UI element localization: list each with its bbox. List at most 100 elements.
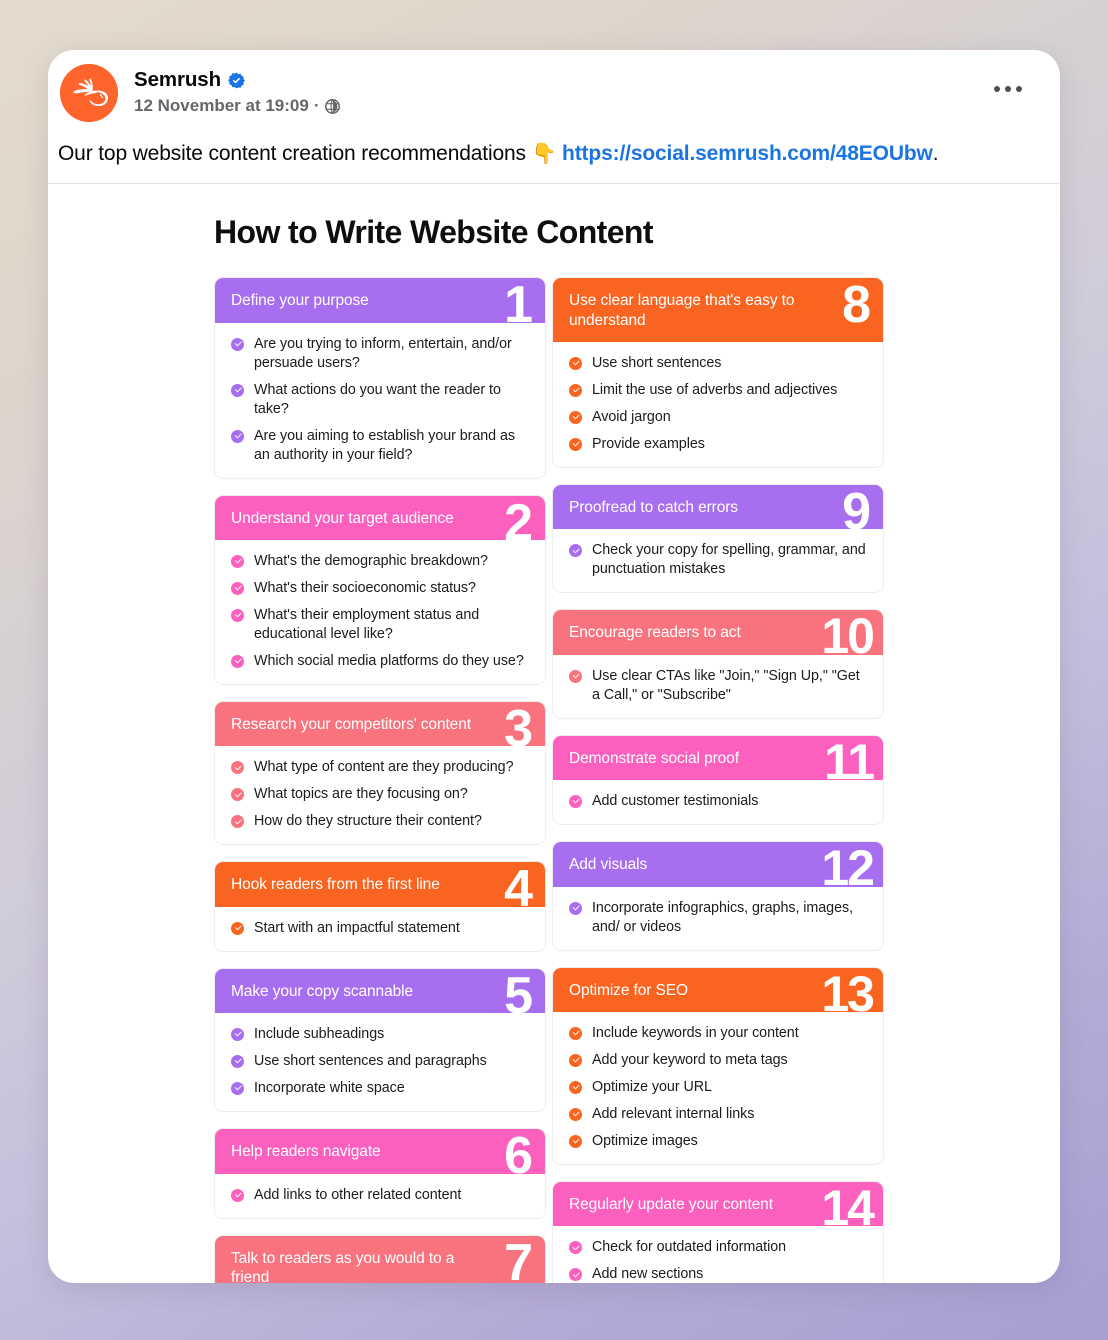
tip-card-body: Check your copy for spelling, grammar, a… (553, 529, 883, 593)
tip-bullet-text: Are you aiming to establish your brand a… (254, 427, 515, 463)
tip-card-11: Demonstrate social proof 11 Add customer t… (552, 734, 884, 826)
tip-card-title: Optimize for SEO (569, 981, 688, 999)
tip-card-header: Optimize for SEO 13 (553, 967, 883, 1019)
tip-card-13: Optimize for SEO 13 Include keywords in yo… (552, 966, 884, 1165)
tip-bullet-item: Incorporate infographics, graphs, images… (569, 899, 867, 937)
tip-bullet-item: Use short sentences and paragraphs (231, 1052, 529, 1071)
tip-bullet-text: Add relevant internal links (592, 1105, 755, 1122)
check-circle-icon (231, 609, 244, 623)
check-circle-icon (569, 411, 582, 425)
tip-bullet-text: Are you trying to inform, entertain, and… (254, 335, 512, 371)
check-circle-icon (231, 429, 244, 443)
post-message: Our top website content creation recomme… (48, 122, 1060, 183)
author-name[interactable]: Semrush (134, 68, 221, 92)
author-line: Semrush (134, 68, 340, 92)
tip-card-number: 10 (821, 609, 875, 665)
tip-bullet-item: Include subheadings (231, 1025, 529, 1044)
tip-card-5: Make your copy scannable 5 Include subhead… (214, 967, 546, 1113)
check-circle-icon (231, 655, 244, 669)
meta-separator: · (313, 96, 320, 115)
tip-card-number: 12 (821, 841, 875, 897)
tip-card-header: Make your copy scannable 5 (215, 968, 545, 1022)
post-link[interactable]: https://social.semrush.com/48EOUbw (562, 142, 933, 165)
tip-card-title: Talk to readers as you would to a friend (231, 1249, 455, 1283)
tip-card-header: Understand your target audience 2 (215, 495, 545, 549)
tip-card-header: Proofread to catch errors 9 (553, 485, 883, 538)
check-circle-icon (569, 1107, 582, 1121)
tip-card-title: Make your copy scannable (231, 982, 413, 1000)
tip-bullet-item: Provide examples (569, 435, 867, 454)
tip-card-title: Demonstrate social proof (569, 749, 739, 767)
tip-bullet-item: Which social media platforms do they use… (231, 652, 529, 671)
tip-bullet-item: What topics are they focusing on? (231, 785, 529, 804)
check-circle-icon (231, 788, 244, 802)
check-circle-icon (569, 1026, 582, 1040)
tip-card-header: Research your competitors' content 3 (215, 702, 545, 755)
tip-card-body: What's the demographic breakdown? What's … (215, 540, 545, 685)
tip-card-header: Use clear language that's easy to unders… (553, 277, 883, 343)
tip-card-number: 8 (842, 277, 871, 335)
globe-icon[interactable] (324, 99, 340, 114)
check-circle-icon (569, 384, 582, 398)
tip-bullet-item: What's their employment status and educa… (231, 606, 529, 644)
tip-card-body: Are you trying to inform, entertain, and… (215, 322, 545, 478)
tip-card-number: 11 (824, 734, 875, 790)
tip-bullet-text: How do they structure their content? (254, 813, 482, 830)
tip-bullet-text: What's the demographic breakdown? (254, 553, 488, 570)
check-circle-icon (231, 555, 244, 569)
tip-bullet-text: What's their socioeconomic status? (254, 580, 476, 597)
tip-card-body: Use clear CTAs like "Join," "Sign Up," "… (553, 654, 883, 718)
tip-bullet-text: What's their employment status and educa… (254, 607, 480, 643)
post-timestamp[interactable]: 12 November at 19:09 (134, 96, 309, 116)
tip-card-header: Encourage readers to act 10 (553, 610, 883, 661)
tip-card-title: Add visuals (569, 856, 648, 874)
check-circle-icon (231, 1188, 244, 1202)
check-circle-icon (231, 761, 244, 775)
tip-bullet-text: Incorporate infographics, graphs, images… (592, 899, 853, 935)
tip-bullet-item: Avoid jargon (569, 408, 867, 427)
tip-card-header: Demonstrate social proof 11 (553, 735, 883, 787)
tip-card-number: 7 (504, 1234, 533, 1283)
more-options-icon[interactable] (986, 78, 1030, 100)
tip-bullet-text: Use short sentences and paragraphs (254, 1053, 487, 1070)
tip-card-9: Proofread to catch errors 9 Check your cop… (552, 484, 884, 594)
tip-card-body: Incorporate infographics, graphs, images… (553, 886, 883, 950)
tip-bullet-item: Add new sections (569, 1265, 867, 1283)
tip-card-title: Use clear language that's easy to unders… (569, 292, 795, 329)
tip-card-6: Help readers navigate 6 Add links to other… (214, 1128, 546, 1219)
infographic-image[interactable]: How to Write Website Content Define your… (48, 184, 1060, 1283)
check-circle-icon (231, 815, 244, 829)
tip-bullet-item: Start with an impactful statement (231, 919, 529, 938)
tip-bullet-item: What actions do you want the reader to t… (231, 381, 529, 419)
tip-card-title: Proofread to catch errors (569, 499, 738, 517)
check-circle-icon (231, 1082, 244, 1096)
check-circle-icon (569, 1268, 582, 1282)
post-message-text: Our top website content creation recomme… (58, 142, 532, 165)
post-header: Semrush 12 November at 19:09 · (48, 50, 1060, 122)
tip-bullet-text: What type of content are they producing? (254, 759, 514, 776)
more-dot (1005, 86, 1011, 92)
tip-card-1: Define your purpose 1 Are you trying to in… (214, 277, 546, 479)
semrush-comet-logo-icon (60, 64, 118, 122)
check-circle-icon (569, 901, 582, 915)
tip-card-header: Talk to readers as you would to a friend… (215, 1234, 545, 1283)
check-circle-icon (569, 1053, 582, 1067)
check-circle-icon (569, 669, 582, 683)
tip-card-header: Regularly update your content 14 (553, 1181, 883, 1233)
tip-card-14: Regularly update your content 14 Check for… (552, 1180, 884, 1283)
avatar[interactable] (60, 64, 118, 122)
tip-bullet-text: Add customer testimonials (592, 793, 759, 810)
tip-card-10: Encourage readers to act 10 Use clear CTAs… (552, 609, 884, 719)
tip-card-title: Regularly update your content (569, 1195, 773, 1213)
tip-bullet-item: Incorporate white space (231, 1079, 529, 1098)
check-circle-icon (231, 383, 244, 397)
tip-bullet-text: Provide examples (592, 436, 705, 453)
tip-card-body: Check for outdated information Add new se… (553, 1226, 883, 1283)
tip-bullet-text: What actions do you want the reader to t… (254, 381, 501, 417)
check-circle-icon (569, 1080, 582, 1094)
more-dot (1016, 86, 1022, 92)
tip-bullet-text: Check your copy for spelling, grammar, a… (592, 542, 866, 578)
infographic-right-column: Use clear language that's easy to unders… (552, 277, 884, 1283)
tip-card-body: What type of content are they producing?… (215, 746, 545, 845)
tip-bullet-text: Use clear CTAs like "Join," "Sign Up," "… (592, 667, 860, 703)
